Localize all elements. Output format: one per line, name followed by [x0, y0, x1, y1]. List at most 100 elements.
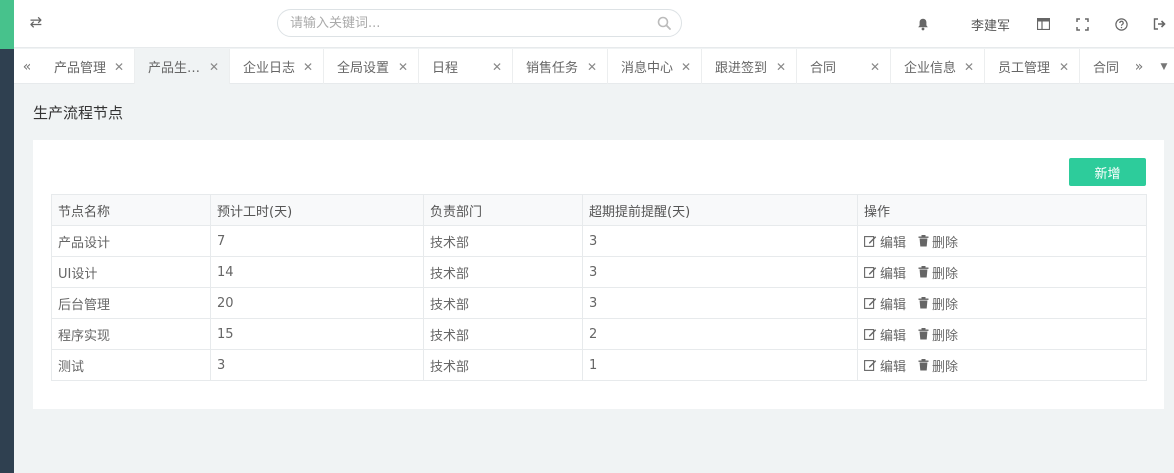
column-header: 节点名称: [51, 194, 211, 226]
cell-actions: 编辑 删除: [857, 225, 1147, 257]
trash-icon: [918, 297, 929, 309]
column-header: 操作: [857, 194, 1147, 226]
cell-hours: 7: [210, 225, 424, 257]
cell-actions: 编辑 删除: [857, 349, 1147, 381]
tab-close-icon[interactable]: ✕: [776, 60, 786, 74]
help-icon[interactable]: [1112, 15, 1130, 33]
table-row: 程序实现 15 技术部 2 编辑 删除: [51, 318, 1147, 350]
delete-button[interactable]: 删除: [918, 232, 958, 251]
cell-dept: 技术部: [423, 225, 583, 257]
cell-node-name: 测试: [51, 349, 211, 381]
column-header: 超期提前提醒(天): [582, 194, 858, 226]
delete-button[interactable]: 删除: [918, 356, 958, 375]
tab-item[interactable]: 跟进签到 ✕: [702, 49, 797, 84]
sidebar-logo-area: [0, 0, 14, 49]
content-panel: 新增 节点名称 预计工时(天) 负责部门 超期提前提醒(天) 操作 产品设计 7…: [33, 140, 1164, 409]
edit-icon: [864, 360, 877, 371]
edit-icon: [864, 298, 877, 309]
delete-button[interactable]: 删除: [918, 325, 958, 344]
cell-remind: 3: [582, 256, 858, 288]
trash-icon: [918, 266, 929, 278]
edit-button[interactable]: 编辑: [864, 263, 906, 282]
edit-button[interactable]: 编辑: [864, 356, 906, 375]
table-row: 后台管理 20 技术部 3 编辑 删除: [51, 287, 1147, 319]
layout-icon[interactable]: [1034, 15, 1052, 33]
edit-icon: [864, 329, 877, 340]
edit-button[interactable]: 编辑: [864, 294, 906, 313]
delete-button[interactable]: 删除: [918, 263, 958, 282]
table-row: 测试 3 技术部 1 编辑 删除: [51, 349, 1147, 381]
cell-actions: 编辑 删除: [857, 318, 1147, 350]
edit-icon: [864, 236, 877, 247]
tab-item[interactable]: 产品管理 ✕: [41, 49, 135, 84]
cell-actions: 编辑 删除: [857, 287, 1147, 319]
swap-icon[interactable]: ⇄: [26, 12, 46, 32]
tabs-scroll-left-icon[interactable]: «: [14, 49, 40, 84]
cell-dept: 技术部: [423, 318, 583, 350]
cell-dept: 技术部: [423, 287, 583, 319]
tab-close-icon[interactable]: ✕: [587, 60, 597, 74]
search-icon[interactable]: [657, 16, 671, 30]
cell-actions: 编辑 删除: [857, 256, 1147, 288]
logout-icon[interactable]: [1150, 15, 1168, 33]
table-row: 产品设计 7 技术部 3 编辑 删除: [51, 225, 1147, 257]
user-name[interactable]: 李建军: [971, 15, 1010, 34]
cell-remind: 3: [582, 287, 858, 319]
tab-close-icon[interactable]: ✕: [1059, 60, 1069, 74]
cell-dept: 技术部: [423, 349, 583, 381]
tab-item[interactable]: 企业信息 ✕: [891, 49, 985, 84]
tab-close-icon[interactable]: ✕: [114, 60, 124, 74]
tab-close-icon[interactable]: ✕: [870, 60, 880, 74]
trash-icon: [918, 328, 929, 340]
column-header: 预计工时(天): [210, 194, 424, 226]
table-row: UI设计 14 技术部 3 编辑 删除: [51, 256, 1147, 288]
tab-close-icon[interactable]: ✕: [681, 60, 691, 74]
tab-item[interactable]: 合同 ✕: [797, 49, 891, 84]
cell-hours: 20: [210, 287, 424, 319]
cell-node-name: UI设计: [51, 256, 211, 288]
top-navbar: ⇄ 李建军: [14, 0, 1174, 48]
process-node-table: 节点名称 预计工时(天) 负责部门 超期提前提醒(天) 操作 产品设计 7 技术…: [51, 194, 1147, 381]
column-header: 负责部门: [423, 194, 583, 226]
search-box: [277, 9, 682, 37]
cell-node-name: 产品设计: [51, 225, 211, 257]
tab-item[interactable]: 全局设置 ✕: [324, 49, 419, 84]
tab-item[interactable]: 员工管理 ✕: [985, 49, 1080, 84]
cell-hours: 15: [210, 318, 424, 350]
cell-node-name: 程序实现: [51, 318, 211, 350]
search-input[interactable]: [290, 14, 650, 33]
tab-item[interactable]: 日程 ✕: [419, 49, 513, 84]
tab-item[interactable]: 消息中心 ✕: [608, 49, 702, 84]
cell-hours: 14: [210, 256, 424, 288]
bell-icon[interactable]: [914, 15, 932, 33]
tab-item-active[interactable]: 产品生… ✕: [135, 49, 230, 84]
tab-close-icon[interactable]: ✕: [209, 60, 219, 74]
cell-dept: 技术部: [423, 256, 583, 288]
add-button[interactable]: 新增: [1069, 158, 1146, 186]
cell-remind: 1: [582, 349, 858, 381]
cell-hours: 3: [210, 349, 424, 381]
tab-close-icon[interactable]: ✕: [964, 60, 974, 74]
cell-node-name: 后台管理: [51, 287, 211, 319]
tab-close-icon[interactable]: ✕: [398, 60, 408, 74]
table-header-row: 节点名称 预计工时(天) 负责部门 超期提前提醒(天) 操作: [51, 194, 1147, 226]
edit-button[interactable]: 编辑: [864, 325, 906, 344]
tab-close-icon[interactable]: ✕: [492, 60, 502, 74]
sidebar: [0, 0, 14, 473]
tab-item[interactable]: 合同: [1080, 49, 1126, 84]
delete-button[interactable]: 删除: [918, 294, 958, 313]
tab-close-icon[interactable]: ✕: [303, 60, 313, 74]
trash-icon: [918, 359, 929, 371]
tab-item[interactable]: 企业日志 ✕: [230, 49, 324, 84]
edit-button[interactable]: 编辑: [864, 232, 906, 251]
page-title: 生产流程节点: [33, 104, 124, 122]
tabs-dropdown-icon[interactable]: ▼: [1154, 49, 1174, 84]
trash-icon: [918, 235, 929, 247]
edit-icon: [864, 267, 877, 278]
cell-remind: 3: [582, 225, 858, 257]
tabs-bar: « 产品管理 ✕ 产品生… ✕ 企业日志 ✕ 全局设置 ✕ 日程 ✕ 销售任务 …: [14, 49, 1174, 84]
cell-remind: 2: [582, 318, 858, 350]
fullscreen-icon[interactable]: [1073, 15, 1091, 33]
tabs-scroll-right-icon[interactable]: »: [1126, 49, 1152, 84]
tab-item[interactable]: 销售任务 ✕: [513, 49, 608, 84]
